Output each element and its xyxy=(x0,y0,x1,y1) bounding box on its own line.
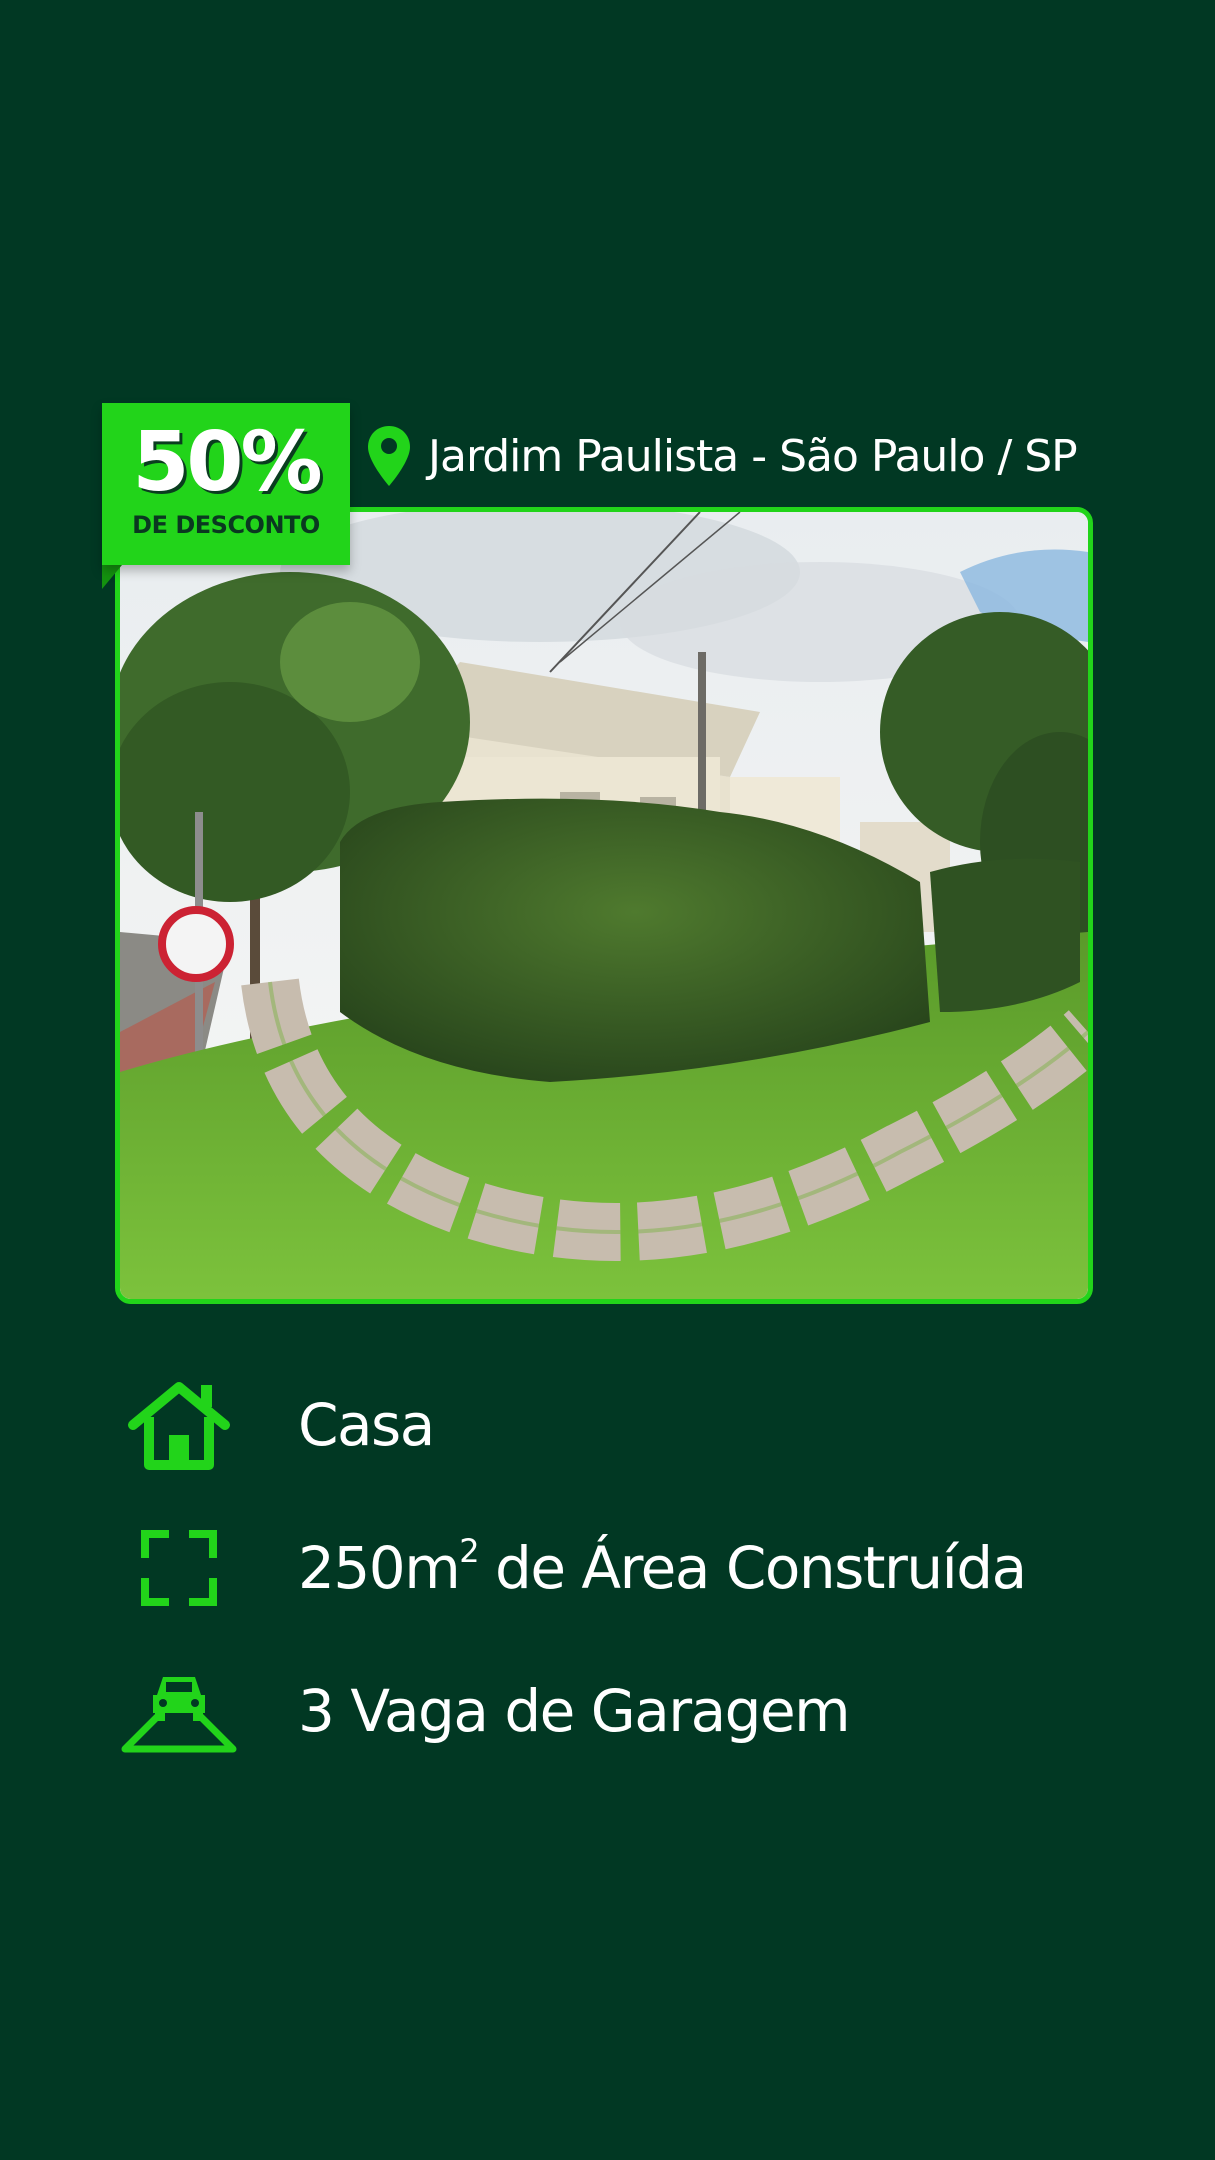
area-value: 250m xyxy=(298,1534,461,1602)
property-photo-illustration xyxy=(120,512,1088,1299)
feature-type: Casa xyxy=(118,1370,1118,1480)
area-suffix: de Área Construída xyxy=(478,1534,1027,1602)
location-text: Jardim Paulista - São Paulo / SP xyxy=(428,430,1078,482)
feature-area: 250m2 de Área Construída xyxy=(118,1513,1118,1623)
house-icon xyxy=(118,1370,240,1480)
badge-fold xyxy=(102,565,122,589)
car-garage-icon xyxy=(118,1656,240,1766)
area-superscript: 2 xyxy=(459,1532,479,1570)
area-frame-icon xyxy=(118,1513,240,1623)
feature-garage-text: 3 Vaga de Garagem xyxy=(298,1677,851,1745)
feature-type-text: Casa xyxy=(298,1391,435,1459)
property-photo xyxy=(115,507,1093,1304)
discount-percent: 50% xyxy=(132,415,322,510)
feature-garage: 3 Vaga de Garagem xyxy=(118,1656,1118,1766)
discount-label: DE DESCONTO xyxy=(132,511,320,539)
property-card: 50% DE DESCONTO Jardim Paulista - São Pa… xyxy=(0,0,1215,2160)
discount-badge: 50% DE DESCONTO xyxy=(102,403,350,565)
feature-area-text: 250m2 de Área Construída xyxy=(298,1532,1027,1602)
map-pin-icon xyxy=(368,426,410,486)
location: Jardim Paulista - São Paulo / SP xyxy=(366,420,1078,492)
